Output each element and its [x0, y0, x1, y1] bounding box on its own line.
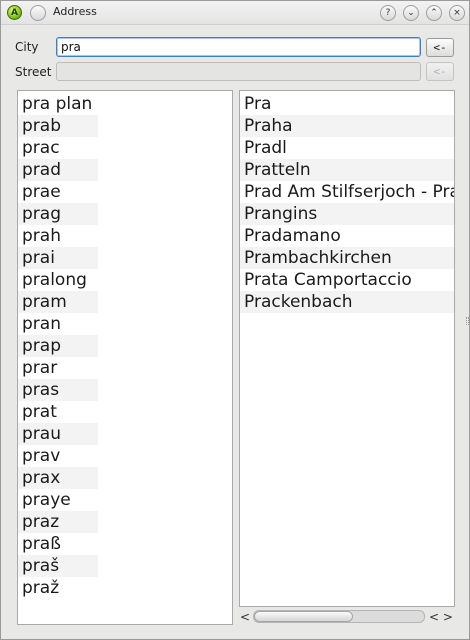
right-item[interactable]: Pra [240, 93, 454, 115]
street-apply-button[interactable]: <- [426, 62, 454, 81]
horizontal-scrollbar[interactable]: < < > [239, 608, 454, 625]
right-item[interactable]: Prata Camportaccio [240, 269, 454, 291]
right-item[interactable]: Prambachkirchen [240, 247, 454, 269]
left-item[interactable]: prai [18, 247, 232, 269]
left-item[interactable]: prar [18, 357, 232, 379]
left-item[interactable]: prap [18, 335, 232, 357]
right-item[interactable]: Prackenbach [240, 291, 454, 313]
left-item[interactable]: prat [18, 401, 232, 423]
left-item[interactable]: praz [18, 511, 232, 533]
left-item[interactable]: pran [18, 313, 232, 335]
left-item[interactable]: prab [18, 115, 232, 137]
scroll-arrows-right-icon[interactable]: < > [429, 609, 453, 624]
window-title: Address [53, 5, 97, 18]
street-label: Street [15, 65, 52, 79]
left-item[interactable]: pralong [18, 269, 232, 291]
maximize-button[interactable]: ⌃ [426, 5, 442, 21]
help-button[interactable]: ? [380, 5, 396, 21]
right-item[interactable]: Praha [240, 115, 454, 137]
title-bar[interactable]: A Address ? ⌄ ⌃ × [1, 1, 469, 25]
right-item[interactable]: Prangins [240, 203, 454, 225]
app-icon[interactable]: A [7, 5, 22, 20]
left-item[interactable]: pras [18, 379, 232, 401]
left-item[interactable]: prad [18, 159, 232, 181]
left-item[interactable]: prav [18, 445, 232, 467]
scroll-thumb[interactable] [254, 611, 353, 622]
city-apply-button[interactable]: <- [426, 38, 454, 57]
scroll-track[interactable] [253, 610, 425, 623]
right-item[interactable]: Pratteln [240, 159, 454, 181]
left-item[interactable]: pram [18, 291, 232, 313]
left-item[interactable]: prac [18, 137, 232, 159]
window-menu-button[interactable] [30, 5, 46, 21]
left-item[interactable]: praß [18, 533, 232, 555]
left-item[interactable]: praš [18, 555, 232, 577]
city-label: City [15, 40, 39, 54]
close-button[interactable]: × [449, 5, 465, 21]
left-item[interactable]: prae [18, 181, 232, 203]
left-item[interactable]: praž [18, 577, 232, 599]
right-item[interactable]: Pradl [240, 137, 454, 159]
left-item[interactable]: pra plan [18, 93, 232, 115]
scroll-left-arrow-icon[interactable]: < [239, 609, 251, 624]
city-suggestion-list[interactable]: pra plan prab prac prad prae prag prah prai pral… [17, 90, 233, 625]
left-item[interactable]: praye [18, 489, 232, 511]
city-result-list[interactable]: Pra Praha Pradl Pratteln Prad Am Stilfserjoc… [239, 90, 455, 607]
left-item[interactable]: prag [18, 203, 232, 225]
right-item[interactable]: Prad Am Stilfserjoch - Prato allo Stelvi… [240, 181, 454, 203]
minimize-button[interactable]: ⌄ [403, 5, 419, 21]
city-input[interactable]: pra [56, 37, 421, 57]
left-item[interactable]: prah [18, 225, 232, 247]
left-item[interactable]: prax [18, 467, 232, 489]
left-item[interactable]: prau [18, 423, 232, 445]
right-item[interactable]: Pradamano [240, 225, 454, 247]
resize-grip-icon[interactable] [466, 317, 469, 325]
address-window: A Address ? ⌄ ⌃ × City pra <- Street <- … [0, 0, 470, 640]
street-input[interactable] [56, 62, 421, 81]
